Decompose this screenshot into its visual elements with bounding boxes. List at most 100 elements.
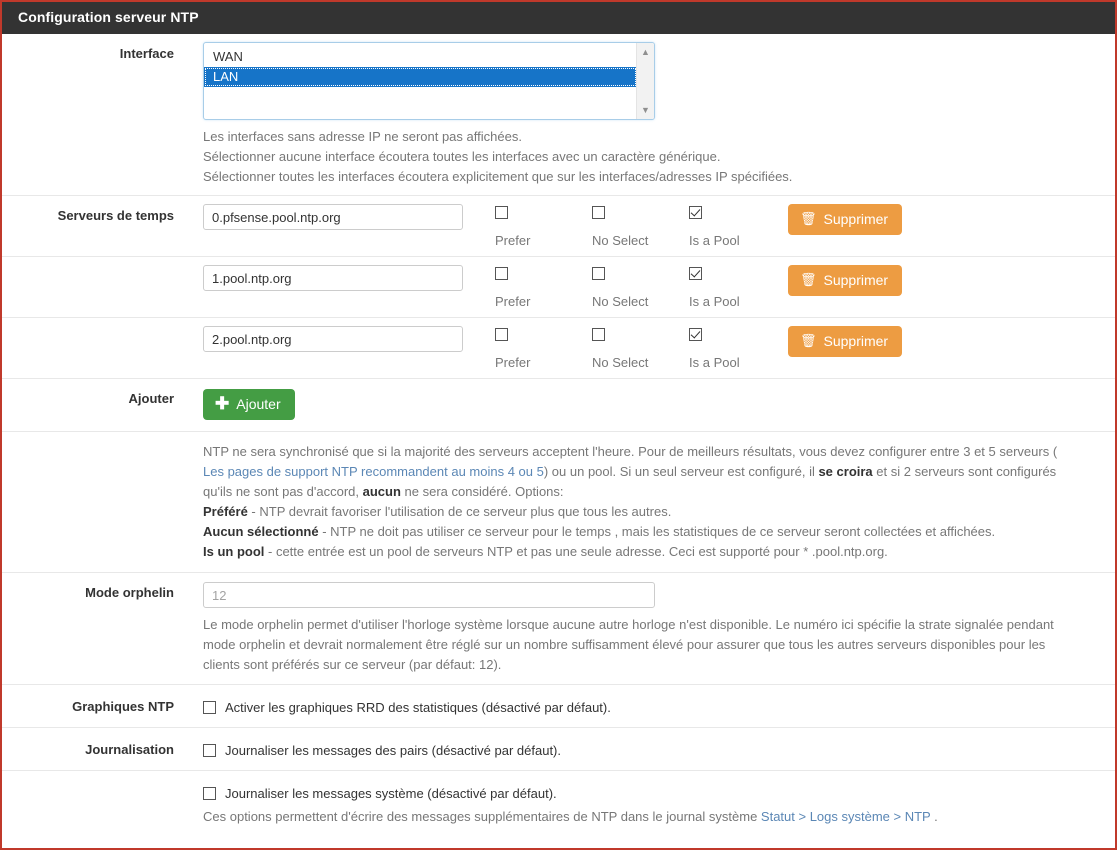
no-select-label: No Select — [592, 355, 649, 370]
ntp-graphs-field: Activer les graphiques RRD des statistiq… — [174, 685, 1115, 727]
interface-select-scrollbar[interactable]: ▲ ▼ — [636, 43, 654, 119]
logging-peer-row: Journalisation Journaliser les messages … — [2, 728, 1115, 771]
time-server-row: Prefer No Select Is a Pool 🗑 Supprimer — [2, 257, 1115, 318]
ntp-help-label-empty — [2, 432, 174, 444]
no-select-checkbox[interactable] — [592, 267, 605, 280]
log-system-messages-checkbox[interactable] — [203, 787, 216, 800]
delete-server-button[interactable]: 🗑 Supprimer — [788, 265, 903, 296]
interface-field: WAN LAN ▲ ▼ Les interfaces sans adresse … — [174, 34, 1115, 195]
time-server-field: Prefer No Select Is a Pool 🗑 Supprimer — [174, 257, 1115, 317]
logging-help-text: Ces options permettent d'écrire des mess… — [203, 807, 1115, 827]
orphan-help-line-2: mode orphelin et devrait normalement êtr… — [203, 637, 1046, 652]
time-server-input[interactable] — [203, 326, 463, 352]
noselect-group: No Select — [592, 204, 689, 248]
interface-option-lan[interactable]: LAN — [204, 67, 637, 87]
option-noselect-bold: Aucun sélectionné — [203, 524, 319, 539]
interface-option-wan[interactable]: WAN — [204, 47, 637, 67]
ntp-support-link[interactable]: Les pages de support NTP recommandent au… — [203, 464, 544, 479]
ntp-help-line3-a: qu'ils ne sont pas d'accord, — [203, 484, 363, 499]
chevron-down-icon[interactable]: ▼ — [641, 101, 650, 119]
interface-option-list: WAN LAN — [204, 43, 637, 119]
chevron-up-icon[interactable]: ▲ — [641, 43, 650, 61]
trash-icon: 🗑 — [800, 272, 817, 287]
logging-system-field: Journaliser les messages système (désact… — [174, 771, 1115, 833]
interface-select[interactable]: WAN LAN ▲ ▼ — [203, 42, 655, 120]
option-noselect-text: - NTP ne doit pas utiliser ce serveur po… — [318, 524, 996, 539]
logging-help-prefix: Ces options permettent d'écrire des mess… — [203, 809, 761, 824]
ntp-help-line1-a: NTP ne sera synchronisé que si la majori… — [203, 444, 1058, 459]
option-prefer-text: - NTP devrait favoriser l'utilisation de… — [247, 504, 672, 519]
logging-label-empty — [2, 771, 174, 783]
panel-title: Configuration serveur NTP — [2, 2, 1115, 34]
ispool-group: Is a Pool — [689, 326, 786, 370]
add-field: ✚ Ajouter — [174, 379, 1115, 431]
noselect-group: No Select — [592, 326, 689, 370]
option-prefer-bold: Préféré — [203, 504, 248, 519]
is-a-pool-checkbox[interactable] — [689, 206, 702, 219]
logging-help-suffix: . — [930, 809, 938, 824]
prefer-checkbox[interactable] — [495, 267, 508, 280]
delete-server-label: Supprimer — [823, 333, 889, 349]
prefer-group: Prefer — [495, 265, 592, 309]
add-row: Ajouter ✚ Ajouter — [2, 379, 1115, 432]
prefer-checkbox[interactable] — [495, 206, 508, 219]
is-a-pool-checkbox[interactable] — [689, 267, 702, 280]
ntp-help-row: NTP ne sera synchronisé que si la majori… — [2, 432, 1115, 573]
ntp-help-line2-b: et si 2 serveurs sont configurés — [872, 464, 1057, 479]
time-server-row: Prefer No Select Is a Pool 🗑 Supprimer — [2, 318, 1115, 379]
option-ispool-bold: Is un pool — [203, 544, 265, 559]
noselect-group: No Select — [592, 265, 689, 309]
interface-label: Interface — [119, 46, 174, 61]
add-server-button[interactable]: ✚ Ajouter — [203, 389, 295, 420]
ntp-help-line3-b: ne sera considéré. Options: — [400, 484, 564, 499]
prefer-label: Prefer — [495, 294, 531, 309]
add-server-label: Ajouter — [236, 396, 281, 412]
delete-server-button[interactable]: 🗑 Supprimer — [788, 326, 903, 357]
enable-rrd-graphs-checkbox[interactable] — [203, 701, 216, 714]
orphan-help-line-3: clients sont préférés sur ce serveur (pa… — [203, 657, 502, 672]
ntp-help-field: NTP ne sera synchronisé que si la majori… — [174, 432, 1115, 572]
interface-help-line-1: Les interfaces sans adresse IP ne seront… — [203, 129, 522, 144]
is-a-pool-checkbox[interactable] — [689, 328, 702, 341]
interface-row: Interface WAN LAN ▲ ▼ Les interfaces san… — [2, 34, 1115, 196]
delete-server-label: Supprimer — [823, 211, 889, 227]
prefer-checkbox[interactable] — [495, 328, 508, 341]
orphan-mode-label: Mode orphelin — [85, 585, 174, 600]
prefer-label: Prefer — [495, 233, 531, 248]
delete-server-label: Supprimer — [823, 272, 889, 288]
time-server-field: Prefer No Select Is a Pool 🗑 Supprimer — [174, 318, 1115, 378]
ntp-graphs-label: Graphiques NTP — [72, 699, 174, 714]
ispool-group: Is a Pool — [689, 204, 786, 248]
prefer-label: Prefer — [495, 355, 531, 370]
delete-server-button[interactable]: 🗑 Supprimer — [788, 204, 903, 235]
ntp-help-line2-a: ) ou un pool. Si un seul serveur est con… — [543, 464, 819, 479]
prefer-group: Prefer — [495, 326, 592, 370]
log-peer-messages-label: Journaliser les messages des pairs (désa… — [225, 743, 561, 758]
time-server-field: Prefer No Select Is a Pool 🗑 Supprimer — [174, 196, 1115, 256]
time-servers-label-empty — [2, 318, 174, 330]
ntp-help-bold-2: aucun — [362, 484, 401, 499]
is-a-pool-label: Is a Pool — [689, 355, 740, 370]
option-ispool-text: - cette entrée est un pool de serveurs N… — [264, 544, 888, 559]
interface-help-line-2: Sélectionner aucune interface écoutera t… — [203, 149, 721, 164]
log-peer-messages-checkbox[interactable] — [203, 744, 216, 757]
no-select-label: No Select — [592, 294, 649, 309]
prefer-group: Prefer — [495, 204, 592, 248]
ntp-config-panel: Configuration serveur NTP Interface WAN … — [0, 0, 1117, 850]
orphan-mode-input[interactable] — [203, 582, 655, 608]
time-servers-label: Serveurs de temps — [57, 208, 174, 223]
interface-help-line-3: Sélectionner toutes les interfaces écout… — [203, 169, 793, 184]
logging-peer-field: Journaliser les messages des pairs (désa… — [174, 728, 1115, 770]
logging-label: Journalisation — [85, 742, 174, 757]
trash-icon: 🗑 — [800, 333, 817, 348]
orphan-help-line-1: Le mode orphelin permet d'utiliser l'hor… — [203, 617, 1054, 632]
system-logs-link[interactable]: Statut > Logs système > NTP — [761, 809, 931, 824]
time-server-input[interactable] — [203, 204, 463, 230]
ntp-help-paragraph: NTP ne sera synchronisé que si la majori… — [203, 442, 1115, 562]
time-server-input[interactable] — [203, 265, 463, 291]
time-server-row: Serveurs de temps Prefer No Select — [2, 196, 1115, 257]
no-select-checkbox[interactable] — [592, 328, 605, 341]
add-label: Ajouter — [128, 391, 175, 406]
time-servers-label-empty — [2, 257, 174, 269]
no-select-checkbox[interactable] — [592, 206, 605, 219]
